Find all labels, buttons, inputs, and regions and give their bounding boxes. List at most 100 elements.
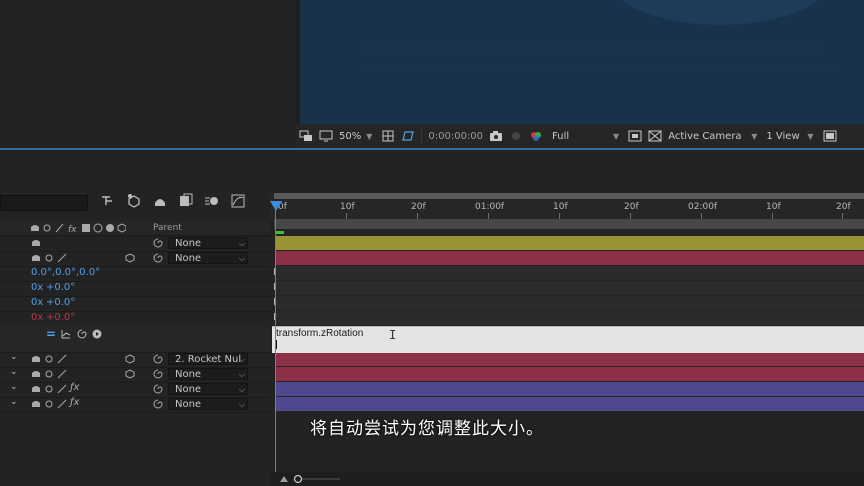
graph-editor-icon[interactable] [230,193,246,209]
layer-bar[interactable] [276,236,864,250]
current-time[interactable]: 0:00:00:00 [428,131,483,142]
zoom-slider[interactable] [280,474,360,484]
layer-row[interactable]: None ⌵ [0,236,270,252]
camera-snapshot-icon[interactable] [489,130,503,142]
expression-pickwhip-icon[interactable] [77,329,87,339]
layer-bar[interactable] [276,367,864,381]
z-rotation-value[interactable]: +0.0° [46,312,75,323]
layer-bar[interactable] [276,397,864,411]
work-area-bar[interactable] [274,219,864,229]
shy-icon[interactable] [31,399,41,409]
y-rotation-multiplier[interactable]: 0x [31,297,43,308]
view-options-icon[interactable] [823,130,837,142]
expand-chevron-icon[interactable]: ⌄ [10,382,18,392]
mask-visibility-icon[interactable] [401,130,415,142]
parent-pickwhip-icon[interactable] [152,353,164,365]
frame-blending-icon[interactable] [178,193,194,209]
parent-value: None [175,399,202,410]
motion-blur-icon[interactable] [204,193,220,209]
composition-viewer[interactable] [300,0,864,124]
chevron-down-icon: ⌵ [238,385,245,394]
draft-3d-icon[interactable] [126,193,142,209]
orientation-value[interactable]: 0.0°,0.0°,0.0° [31,267,100,278]
parent-select[interactable]: None ⌵ [168,368,248,380]
parent-pickwhip-icon[interactable] [152,398,164,410]
shy-icon[interactable] [31,384,41,394]
expression-graph-icon[interactable] [61,329,71,339]
shy-icon[interactable] [31,354,41,364]
camera-view-select[interactable]: Active Camera [668,131,746,142]
expand-chevron-icon[interactable]: ⌄ [10,352,18,362]
timeline-search-input[interactable] [0,195,88,211]
ruler-label: 01:00f [475,202,505,212]
layer-row[interactable]: ⌄ None ⌵ [0,367,270,383]
chevron-down-icon[interactable]: ▼ [366,132,372,141]
layer-row[interactable]: ⌄ ƒx None ⌵ [0,382,270,398]
region-of-interest-icon[interactable] [628,130,642,142]
collapse-transform-icon[interactable] [44,399,54,409]
parent-select[interactable]: 2. Rocket Nul ⌵ [168,353,248,365]
ibeam-cursor-icon: I [389,328,397,342]
layer-row[interactable]: None ⌵ [0,251,270,267]
3d-layer-icon[interactable] [125,354,135,364]
collapse-transform-icon[interactable] [44,253,54,263]
layer-bar[interactable] [276,382,864,396]
parent-select[interactable]: None ⌵ [168,252,248,264]
parent-select[interactable]: None ⌵ [168,383,248,395]
shy-icon[interactable] [31,238,41,248]
viewer-artwork [300,0,864,124]
expand-chevron-icon[interactable]: ⌄ [10,367,18,377]
layer-row[interactable]: ⌄ ƒx None ⌵ [0,397,270,413]
quality-icon[interactable] [57,399,67,409]
layer-list: None ⌵ None ⌵ 0.0°,0.0°,0.0° 0x +0.0° 0x +… [0,236,270,416]
quality-icon[interactable] [57,354,67,364]
layer-bar[interactable] [276,352,864,366]
always-preview-icon[interactable] [299,130,313,142]
parent-pickwhip-icon[interactable] [152,383,164,395]
collapse-transform-icon[interactable] [44,354,54,364]
y-rotation-value[interactable]: +0.0° [46,297,75,308]
parent-pickwhip-icon[interactable] [152,368,164,380]
quality-icon[interactable] [57,253,67,263]
effects-fx-icon[interactable]: ƒx [70,397,79,408]
comp-mini-flowchart-icon[interactable] [100,193,116,209]
view-layout-select[interactable]: 1 View [766,131,802,142]
expression-text[interactable]: transform.zRotation [276,328,363,339]
show-snapshot-icon[interactable] [509,130,523,142]
x-rotation-value[interactable]: +0.0° [46,282,75,293]
x-rotation-multiplier[interactable]: 0x [31,282,43,293]
zoom-level[interactable]: 50% [339,131,361,142]
z-rotation-multiplier[interactable]: 0x [31,312,43,323]
expand-chevron-icon[interactable]: ⌄ [10,397,18,407]
playhead-handle[interactable] [270,201,282,211]
layer-bar[interactable] [276,251,864,265]
effects-fx-icon[interactable]: ƒx [70,382,79,393]
resolution-select[interactable]: Full [552,131,608,142]
parent-select[interactable]: None ⌵ [168,398,248,410]
parent-pickwhip-icon[interactable] [152,237,164,249]
chevron-down-icon[interactable]: ▼ [807,132,813,141]
quality-icon[interactable] [57,384,67,394]
expression-enable-icon[interactable]: = [46,327,56,341]
quality-icon[interactable] [57,369,67,379]
expression-language-menu-icon[interactable] [92,329,102,339]
3d-layer-icon[interactable] [125,369,135,379]
shy-icon[interactable] [31,369,41,379]
monitor-icon[interactable] [319,130,333,142]
shy-icon[interactable] [31,253,41,263]
collapse-transform-icon[interactable] [44,369,54,379]
transparency-grid-icon[interactable] [648,130,662,142]
cache-indicator [276,231,284,234]
shy-layers-icon[interactable] [152,193,168,209]
grid-guides-icon[interactable] [381,130,395,142]
chevron-down-icon[interactable]: ▼ [613,132,619,141]
chevron-down-icon[interactable]: ▼ [751,132,757,141]
parent-pickwhip-icon[interactable] [152,252,164,264]
layer-row[interactable]: ⌄ 2. Rocket Nul ⌵ [0,352,270,368]
parent-select[interactable]: None ⌵ [168,237,248,249]
3d-layer-icon[interactable] [125,253,135,263]
collapse-transform-icon[interactable] [44,384,54,394]
playhead-line[interactable] [275,205,276,486]
parent-value: None [175,253,202,264]
channel-rgb-icon[interactable] [529,130,543,142]
